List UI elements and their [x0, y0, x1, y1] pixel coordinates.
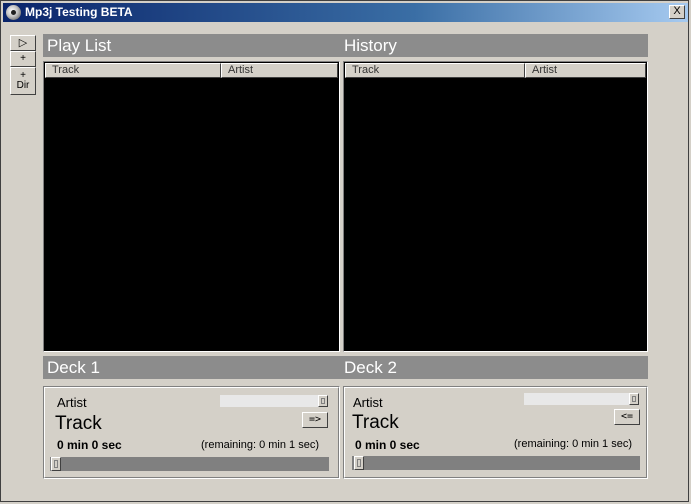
window-title: Mp3j Testing BETA: [25, 5, 133, 19]
playlist-column-artist[interactable]: Artist: [221, 63, 338, 78]
app-window: Mp3j Testing BETA X ▷ + + Dir Play List …: [0, 0, 689, 502]
playlist-column-track[interactable]: Track: [45, 63, 221, 78]
deck1-volume-thumb[interactable]: [318, 395, 328, 407]
deck2-volume-slider[interactable]: [524, 393, 639, 405]
deck2-artist: Artist: [353, 395, 383, 410]
history-column-artist[interactable]: Artist: [525, 63, 646, 78]
add-directory-button[interactable]: + Dir: [10, 67, 36, 95]
play-icon: ▷: [18, 37, 28, 49]
title-bar[interactable]: Mp3j Testing BETA X: [3, 3, 688, 22]
deck1-artist: Artist: [57, 395, 87, 410]
history-title: History: [344, 36, 397, 55]
playlist-title: Play List: [47, 36, 112, 55]
history-table[interactable]: Track Artist: [343, 61, 648, 352]
app-disc-icon: [6, 5, 21, 20]
deck1-track: Track: [55, 413, 102, 434]
deck2-title: Deck 2: [344, 358, 397, 377]
playlist-column-headers: Track Artist: [45, 63, 338, 78]
deck1-elapsed-time: 0 min 0 sec: [57, 438, 122, 452]
deck2-transfer-button[interactable]: <=: [614, 409, 640, 425]
deck1-volume-slider[interactable]: [220, 395, 328, 407]
decks-header-bar: Deck 1 Deck 2: [43, 356, 648, 379]
deck2-volume-thumb[interactable]: [629, 393, 639, 405]
history-column-headers: Track Artist: [345, 63, 646, 78]
deck2-remaining-time: (remaining: 0 min 1 sec): [514, 438, 632, 450]
playlist-table[interactable]: Track Artist: [43, 61, 340, 352]
deck2-position-slider[interactable]: [352, 456, 640, 470]
deck1-panel: Artist Track => 0 min 0 sec (remaining: …: [43, 386, 340, 479]
deck2-position-thumb[interactable]: [354, 456, 364, 470]
deck1-title: Deck 1: [47, 358, 100, 377]
lists-header-bar: Play List History: [43, 34, 648, 57]
deck1-position-slider[interactable]: [50, 457, 329, 471]
deck2-track: Track: [352, 412, 399, 433]
deck1-transfer-button[interactable]: =>: [302, 412, 328, 428]
add-file-button[interactable]: +: [10, 51, 36, 67]
deck1-position-thumb[interactable]: [51, 457, 61, 471]
deck2-elapsed-time: 0 min 0 sec: [355, 438, 420, 452]
deck2-panel: Artist Track <= 0 min 0 sec (remaining: …: [343, 386, 648, 479]
deck1-remaining-time: (remaining: 0 min 1 sec): [201, 439, 319, 451]
close-button[interactable]: X: [669, 5, 685, 19]
add-directory-label: Dir: [16, 80, 30, 91]
history-column-track[interactable]: Track: [345, 63, 525, 78]
play-button[interactable]: ▷: [10, 35, 36, 51]
